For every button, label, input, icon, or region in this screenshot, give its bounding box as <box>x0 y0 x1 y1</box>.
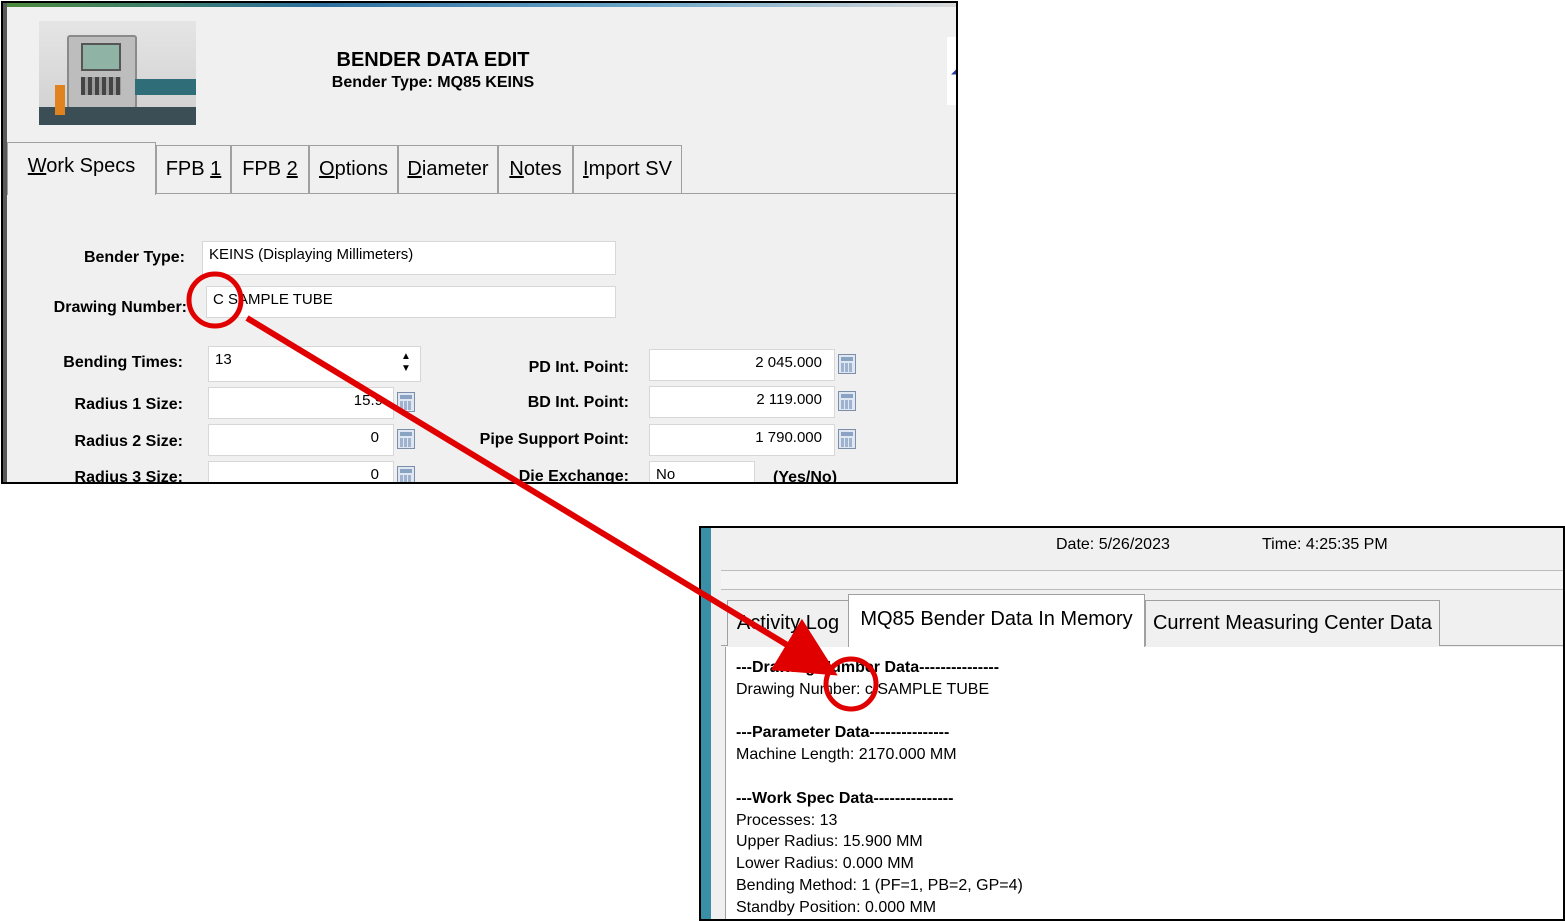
memory-line: Machine Length: 2170.000 MM <box>736 746 957 764</box>
toolbar-separator <box>721 570 1563 590</box>
die-exchange-hint: (Yes/No) <box>773 469 838 484</box>
memory-line: ---Drawing Number Data--------------- <box>736 659 1000 676</box>
radius-2-field[interactable]: 0 <box>208 424 394 456</box>
memory-line: Processes: 13 <box>736 811 838 829</box>
bender-data-edit-window: BENDER DATA EDIT Bender Type: MQ85 KEINS… <box>1 1 958 484</box>
memory-line: Standby Position: 0.000 MM <box>736 898 937 916</box>
calculator-icon[interactable] <box>838 354 856 374</box>
tab-diameter[interactable]: Diameter <box>398 145 498 193</box>
tab-import-sv[interactable]: Import SV <box>573 145 682 193</box>
memory-blank-line <box>736 766 1557 788</box>
die-exchange-field[interactable]: No <box>649 461 755 482</box>
calculator-icon[interactable] <box>397 466 415 482</box>
tab-options[interactable]: Options <box>309 145 398 193</box>
memory-line: Upper Radius: 15.900 MM <box>736 833 923 851</box>
calculator-icon[interactable] <box>838 429 856 449</box>
memory-viewer-window: Date: 5/26/2023 Time: 4:25:35 PM Activit… <box>699 526 1565 921</box>
memory-line: Lower Radius: 0.000 MM <box>736 855 914 873</box>
calculator-icon[interactable] <box>397 392 415 412</box>
bender-type-label: Bender Type: <box>83 249 185 266</box>
memory-data-text: ---Drawing Number Data--------------- Dra… <box>725 647 1563 919</box>
memory-line: Bending Method: 1 (PF=1, PB=2, GP=4) <box>736 876 1023 894</box>
calculator-icon[interactable] <box>397 429 415 449</box>
bending-times-stepper[interactable]: 13 <box>208 346 421 382</box>
logo-edge: ◢ <box>947 37 956 105</box>
pd-int-point-label: PD Int. Point: <box>528 359 629 376</box>
bender-type-field[interactable]: KEINS (Displaying Millimeters) <box>202 241 616 275</box>
radius-3-label: Radius 3 Size: <box>74 469 183 484</box>
memory-tab-strip: Activity Log MQ85 Bender Data In Memory … <box>721 594 1563 647</box>
radius-1-field[interactable]: 15.9 <box>208 387 394 419</box>
bd-int-point-field[interactable]: 2 119.000 <box>649 386 835 418</box>
radius-1-label: Radius 1 Size: <box>74 396 183 413</box>
form-title: BENDER DATA EDIT <box>336 49 530 71</box>
tab-notes[interactable]: Notes <box>498 145 573 193</box>
form-subtitle: Bender Type: MQ85 KEINS <box>331 74 535 91</box>
drawing-number-label: Drawing Number: <box>53 299 187 316</box>
calculator-icon[interactable] <box>838 391 856 411</box>
tab-fpb-2[interactable]: FPB 2 <box>231 145 309 193</box>
stepper-arrows-icon[interactable]: ▲ ▼ <box>399 351 413 379</box>
memory-line: Drawing Number: c SAMPLE TUBE <box>736 680 990 698</box>
bd-int-point-label: BD Int. Point: <box>527 394 629 411</box>
memory-line: ---Work Spec Data--------------- <box>736 789 954 807</box>
bender-machine-image <box>39 21 196 125</box>
radius-3-field[interactable]: 0 <box>208 461 394 482</box>
memory-blank-line <box>736 701 1557 723</box>
window-top-border <box>3 3 956 7</box>
bending-times-label: Bending Times: <box>63 354 183 371</box>
logo-icon: ◢ <box>951 53 956 78</box>
die-exchange-label: Die Exchange: <box>518 468 629 484</box>
form-tab-strip: Work Specs FPB 1 FPB 2 Options Diameter … <box>7 142 956 195</box>
tab-work-specs[interactable]: Work Specs <box>7 142 156 195</box>
time-display: Time: 4:25:35 PM <box>1262 536 1388 553</box>
tab-current-measuring-center-data[interactable]: Current Measuring Center Data <box>1145 600 1440 646</box>
window-left-border <box>3 3 7 482</box>
date-display: Date: 5/26/2023 <box>1056 536 1170 553</box>
radius-2-label: Radius 2 Size: <box>74 433 183 450</box>
drawing-number-field[interactable]: C SAMPLE TUBE <box>206 286 616 318</box>
pd-int-point-field[interactable]: 2 045.000 <box>649 349 835 381</box>
tab-activity-log[interactable]: Activity Log <box>727 600 849 646</box>
window-left-bar <box>701 528 711 919</box>
pipe-support-point-field[interactable]: 1 790.000 <box>649 424 835 456</box>
pipe-support-point-label: Pipe Support Point: <box>479 431 629 448</box>
tab-bender-data-in-memory[interactable]: MQ85 Bender Data In Memory <box>848 594 1145 647</box>
memory-line: ---Parameter Data--------------- <box>736 724 950 742</box>
tab-fpb-1[interactable]: FPB 1 <box>156 145 231 193</box>
